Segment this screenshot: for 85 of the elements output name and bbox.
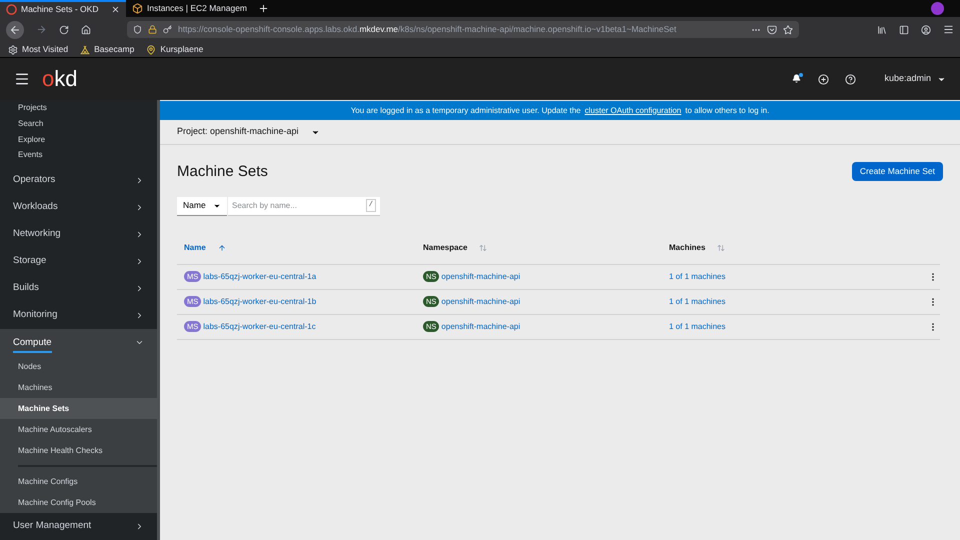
chevron-right-icon <box>135 257 144 266</box>
account-icon[interactable] <box>921 24 931 34</box>
private-mode-icon <box>931 2 944 15</box>
sidebar-item[interactable]: Projects <box>0 100 157 116</box>
nav-section[interactable]: Monitoring <box>0 302 157 330</box>
chevron-right-icon <box>135 203 144 212</box>
nav-section[interactable]: Storage <box>0 248 157 276</box>
column-header[interactable]: Machines <box>669 242 915 254</box>
oauth-link[interactable]: cluster OAuth configuration <box>584 104 682 116</box>
chevron-right-icon <box>135 230 144 240</box>
namespace-link[interactable]: openshift-machine-api <box>441 320 520 332</box>
machines-link[interactable]: 1 of 1 machines <box>669 320 915 332</box>
sidebar-item[interactable]: Machines <box>0 377 157 398</box>
machines-link[interactable]: 1 of 1 machines <box>669 270 915 282</box>
pocket-icon[interactable] <box>767 24 777 34</box>
machine-set-link[interactable]: labs-65qzj-worker-eu-central-1c <box>203 320 316 332</box>
library-icon[interactable] <box>877 24 887 34</box>
add-icon[interactable] <box>818 74 830 84</box>
bookmark-star-icon[interactable] <box>783 24 793 34</box>
close-icon[interactable] <box>111 5 120 14</box>
namespace-link[interactable]: openshift-machine-api <box>441 296 520 308</box>
nav-section[interactable]: Workloads <box>0 194 157 222</box>
sort-icon <box>717 244 726 252</box>
bookmark-link[interactable]: Kursplaene <box>146 43 204 56</box>
user-menu[interactable]: kube:admin <box>884 72 946 86</box>
browser-tab[interactable]: Machine Sets - OKD <box>0 0 126 17</box>
banner-text: You are logged in as a temporary administrative user. Update the <box>350 104 581 116</box>
sidebar-item[interactable]: Nodes <box>0 356 157 378</box>
sort-icon <box>479 244 488 252</box>
create-machine-set-button[interactable]: Create Machine Set <box>852 162 943 181</box>
pin-icon <box>146 44 156 54</box>
home-icon[interactable] <box>81 24 91 34</box>
notifications-icon[interactable] <box>792 74 802 84</box>
tent-icon <box>80 44 90 54</box>
sort-ascending-icon <box>218 244 226 252</box>
forward-icon[interactable] <box>36 24 47 35</box>
namespace-link[interactable]: openshift-machine-api <box>441 270 520 282</box>
chevron-right-icon <box>135 522 144 532</box>
back-button[interactable] <box>6 20 24 38</box>
nav-section[interactable]: User Management <box>0 513 157 540</box>
banner-text: to allow others to log in. <box>685 104 770 116</box>
ring-icon <box>6 4 17 15</box>
machine-set-link[interactable]: labs-65qzj-worker-eu-central-1a <box>203 270 316 282</box>
page-title: Machine Sets <box>177 162 268 182</box>
chevron-right-icon <box>135 284 144 294</box>
lock-icon <box>148 25 157 34</box>
nav-section[interactable]: Compute <box>0 329 157 356</box>
sidebar-item[interactable]: Events <box>0 147 157 164</box>
url-text: https://console-openshift-console.apps.labs.okd.mkdev.me/k8s/ns/openshift-machine-api/machine.openshift.io~v1beta1~MachineSet <box>178 23 678 36</box>
sidebar-item[interactable]: Machine Health Checks <box>0 440 157 462</box>
nav-section[interactable]: Builds <box>0 275 157 302</box>
menu-icon[interactable] <box>14 71 30 87</box>
machines-link[interactable]: 1 of 1 machines <box>669 296 915 308</box>
help-icon[interactable] <box>845 74 856 84</box>
tab-title: Instances | EC2 Managem <box>147 2 248 15</box>
chevron-right-icon <box>135 311 144 320</box>
sidebar-item[interactable]: Machine Configs <box>0 471 157 492</box>
nav-section[interactable]: Operators <box>0 167 157 194</box>
sidebar-item[interactable]: Search <box>0 116 157 132</box>
reload-icon[interactable] <box>59 24 69 34</box>
sidebar-icon[interactable] <box>899 24 909 34</box>
menu-icon[interactable] <box>943 24 954 35</box>
bookmark-link[interactable]: Basecamp <box>80 43 134 56</box>
back-arrow-icon <box>9 24 21 36</box>
project-dropdown[interactable]: Project: openshift-machine-api <box>177 125 320 139</box>
column-header[interactable]: Namespace <box>423 242 669 254</box>
sidebar-item[interactable]: Machine Autoscalers <box>0 419 157 440</box>
nav-section[interactable]: Networking <box>0 221 157 248</box>
okd-logo: okd <box>42 68 78 90</box>
sidebar-item[interactable]: Machine Sets <box>0 398 157 420</box>
new-tab-icon[interactable] <box>258 3 269 14</box>
filter-type-dropdown[interactable]: Name <box>177 196 227 216</box>
sidebar-item[interactable]: Explore <box>0 132 157 148</box>
machine-set-link[interactable]: labs-65qzj-worker-eu-central-1b <box>203 296 316 308</box>
box-icon <box>132 3 143 14</box>
chevron-right-icon <box>135 176 144 186</box>
key-icon <box>163 25 172 34</box>
search-field[interactable]: Search by name... <box>228 196 366 216</box>
url-bar[interactable]: https://console-openshift-console.apps.labs.okd.mkdev.me/k8s/ns/openshift-machine-api/machine.openshift.io~v1beta1~MachineSet <box>127 21 799 38</box>
sidebar-item[interactable]: Machine Config Pools <box>0 492 157 514</box>
gear-icon <box>8 44 18 54</box>
tab-title: Machine Sets - OKD <box>21 3 98 16</box>
column-header[interactable]: Name <box>177 242 423 254</box>
shield-icon <box>133 25 142 34</box>
bookmark-link[interactable]: Most Visited <box>8 43 68 56</box>
